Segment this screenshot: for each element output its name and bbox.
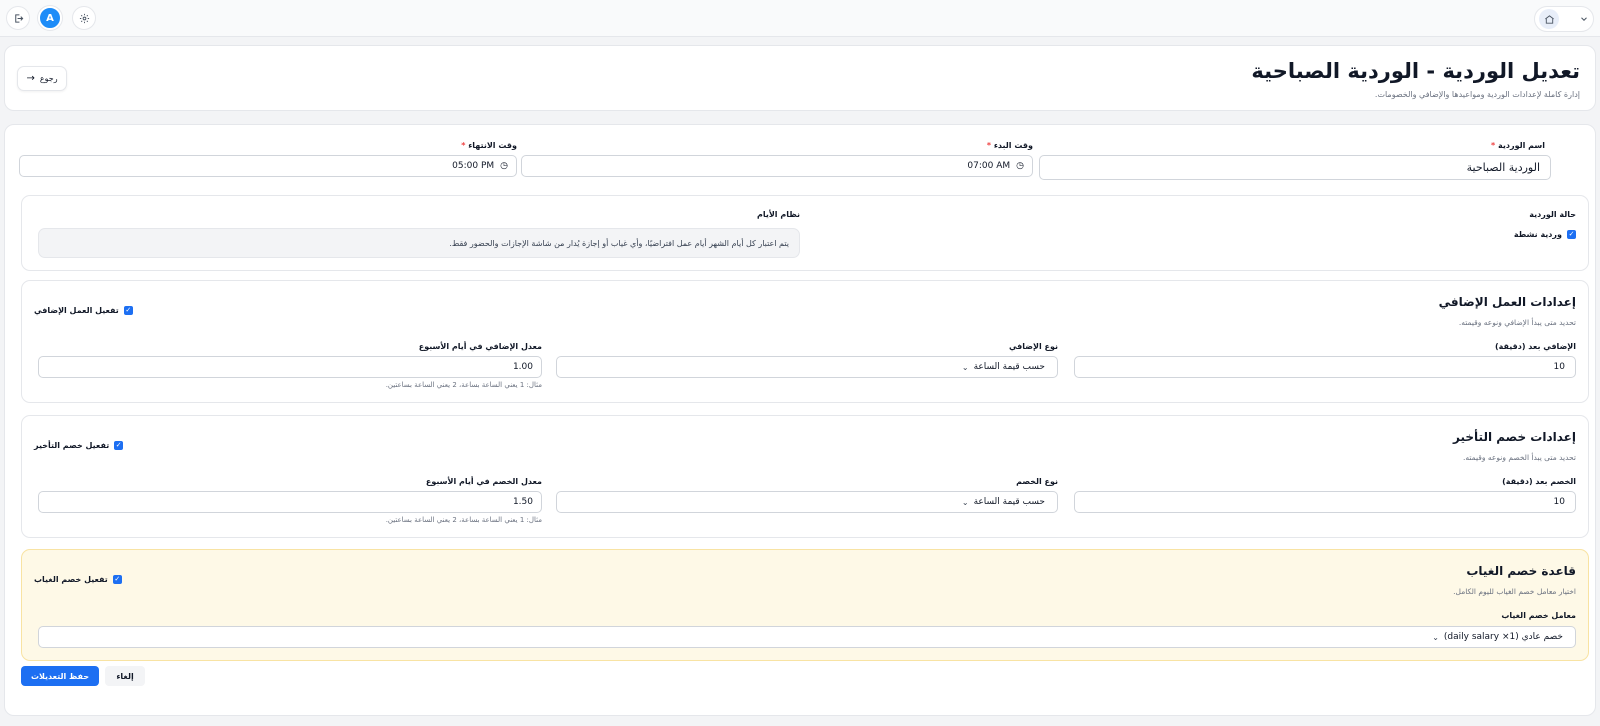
page-title: تعديل الوردية - الوردية الصباحية <box>1251 59 1580 83</box>
overtime-toggle-label: تفعيل العمل الإضافي <box>34 306 119 315</box>
end-time-input[interactable]: 05:00 PM ◷ <box>19 155 517 177</box>
overtime-type-select[interactable]: حسب قيمة الساعة ⌄ <box>556 356 1058 378</box>
overtime-toggle[interactable]: ✓ تفعيل العمل الإضافي <box>34 306 133 315</box>
overtime-after-input[interactable]: 10 <box>1074 356 1576 378</box>
check-icon: ✓ <box>123 306 133 315</box>
late-subtitle: تحديد متى يبدأ الخصم ونوعه وقيمته. <box>1463 453 1576 462</box>
status-section: حالة الوردية ✓ وردية نشطة نظام الأيام يت… <box>21 195 1589 271</box>
shift-form: اسم الوردية * الوردية الصباحية وقت البدء… <box>4 124 1596 716</box>
absence-section: قاعدة خصم الغياب اختيار معامل خصم الغياب… <box>21 549 1589 661</box>
chevron-down-icon[interactable] <box>1579 14 1589 24</box>
end-time-value: 05:00 PM <box>452 161 495 171</box>
start-time-input[interactable]: 07:00 AM ◷ <box>521 155 1033 177</box>
overtime-section: إعدادات العمل الإضافي تحديد متى يبدأ الإ… <box>21 280 1589 403</box>
overtime-rate-label: معدل الإضافي في أيام الأسبوع <box>418 342 542 351</box>
chevron-down-icon: ⌄ <box>961 362 969 372</box>
logout-icon <box>14 13 23 23</box>
page-header: تعديل الوردية - الوردية الصباحية إدارة ك… <box>4 45 1596 111</box>
home-nav-pill[interactable] <box>1534 6 1594 32</box>
overtime-title: إعدادات العمل الإضافي <box>1438 295 1576 309</box>
overtime-after-label: الإضافي بعد (دقيقة) <box>1494 342 1576 351</box>
late-title: إعدادات خصم التأخير <box>1453 430 1576 444</box>
overtime-type-value: حسب قيمة الساعة <box>973 362 1045 372</box>
save-changes-button[interactable]: حفظ التعديلات <box>21 666 99 686</box>
late-toggle-label: تفعيل خصم التأخير <box>34 441 110 450</box>
days-info-box: يتم اعتبار كل أيام الشهر أيام عمل افتراض… <box>38 228 800 258</box>
chevron-down-icon: ⌄ <box>1432 632 1439 642</box>
settings-button[interactable] <box>72 6 96 30</box>
page-subtitle: إدارة كاملة لإعدادات الوردية ومواعيدها و… <box>1374 90 1580 99</box>
arrow-right-icon: → <box>26 73 35 84</box>
late-after-input[interactable]: 10 <box>1074 491 1576 513</box>
chevron-down-icon: ⌄ <box>961 497 969 507</box>
start-time-value: 07:00 AM <box>967 161 1011 171</box>
check-icon: ✓ <box>114 441 124 450</box>
late-rate-label: معدل الخصم في أيام الأسبوع <box>425 477 542 486</box>
late-type-label: نوع الخصم <box>1016 477 1058 486</box>
absence-subtitle: اختيار معامل خصم الغياب لليوم الكامل. <box>1453 587 1576 596</box>
home-icon <box>1544 14 1554 24</box>
absence-factor-select[interactable]: خصم عادي (1× daily salary) ⌄ <box>38 626 1576 648</box>
active-shift-label: وردية نشطة <box>1513 230 1562 239</box>
back-button[interactable]: رجوع → <box>17 66 67 91</box>
late-type-select[interactable]: حسب قيمة الساعة ⌄ <box>556 491 1058 513</box>
top-bar: A <box>0 0 1600 37</box>
start-time-label: وقت البدء * <box>986 141 1033 150</box>
shift-status-label: حالة الوردية <box>1529 210 1576 219</box>
absence-factor-value: خصم عادي (1× daily salary) <box>1443 632 1563 642</box>
late-rate-hint: مثال: 1 يعني الساعة بساعة، 2 يعني الساعة… <box>385 516 542 524</box>
late-toggle[interactable]: ✓ تفعيل خصم التأخير <box>34 441 124 450</box>
shift-name-label: اسم الوردية * <box>1491 141 1545 150</box>
late-type-value: حسب قيمة الساعة <box>973 497 1045 507</box>
home-button[interactable] <box>1539 9 1559 29</box>
check-icon: ✓ <box>1567 230 1576 239</box>
user-avatar[interactable]: A <box>38 6 62 30</box>
shift-name-input[interactable]: الوردية الصباحية <box>1039 155 1551 180</box>
overtime-type-label: نوع الإضافي <box>1008 342 1058 351</box>
cancel-button[interactable]: إلغاء <box>105 666 145 686</box>
clock-icon: ◷ <box>500 161 508 171</box>
late-deduction-section: إعدادات خصم التأخير تحديد متى يبدأ الخصم… <box>21 415 1589 538</box>
logout-button[interactable] <box>6 6 30 30</box>
days-system-label: نظام الأيام <box>756 210 800 219</box>
active-shift-checkbox[interactable]: ✓ وردية نشطة <box>1514 230 1576 239</box>
absence-toggle-label: تفعيل خصم الغياب <box>34 575 108 584</box>
overtime-rate-hint: مثال: 1 يعني الساعة بساعة، 2 يعني الساعة… <box>385 381 542 389</box>
back-label: رجوع <box>39 74 58 83</box>
clock-icon: ◷ <box>1016 161 1024 171</box>
overtime-rate-input[interactable]: 1.00 <box>38 356 542 378</box>
gear-icon <box>79 13 89 23</box>
late-rate-input[interactable]: 1.50 <box>38 491 542 513</box>
overtime-subtitle: تحديد متى يبدأ الإضافي ونوعه وقيمته. <box>1458 318 1576 327</box>
absence-factor-label: معامل خصم الغياب <box>1501 611 1576 620</box>
check-icon: ✓ <box>112 575 122 584</box>
end-time-label: وقت الانتهاء * <box>461 141 517 150</box>
absence-title: قاعدة خصم الغياب <box>1466 564 1576 578</box>
absence-toggle[interactable]: ✓ تفعيل خصم الغياب <box>34 575 122 584</box>
late-after-label: الخصم بعد (دقيقة) <box>1502 477 1576 486</box>
